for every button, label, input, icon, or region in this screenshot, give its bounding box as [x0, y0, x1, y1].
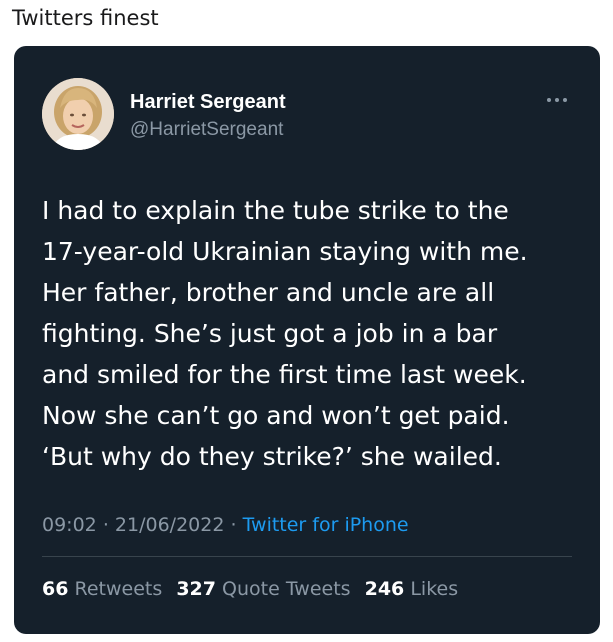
retweets-count: 66 [42, 578, 69, 600]
tweet-time[interactable]: 09:02 [42, 514, 97, 536]
avatar[interactable] [42, 78, 114, 150]
profile-photo-icon [42, 78, 114, 150]
tweet-source-link[interactable]: Twitter for iPhone [243, 514, 409, 536]
quote-tweets-label: Quote Tweets [222, 578, 351, 600]
likes-label: Likes [410, 578, 459, 600]
meta-separator: · [230, 514, 237, 536]
post-title: Twitters finest [12, 6, 159, 30]
tweet-stats: 66 Retweets 327 Quote Tweets 246 Likes [42, 576, 466, 602]
display-name[interactable]: Harriet Sergeant [130, 90, 286, 114]
tweet-card: Harriet Sergeant @HarrietSergeant I had … [14, 46, 600, 634]
quote-tweets-stat[interactable]: 327 Quote Tweets [176, 578, 356, 600]
tweet-meta: 09:02 · 21/06/2022 · Twitter for iPhone [42, 512, 409, 538]
divider [42, 556, 572, 557]
tweet-date[interactable]: 21/06/2022 [115, 514, 225, 536]
quote-tweets-count: 327 [176, 578, 216, 600]
likes-stat[interactable]: 246 Likes [365, 578, 459, 600]
likes-count: 246 [364, 578, 405, 600]
meta-separator: · [102, 514, 109, 536]
more-horizontal-icon[interactable] [544, 94, 570, 106]
tweet-text: I had to explain the tube strike to the … [42, 196, 528, 471]
retweets-stat[interactable]: 66 Retweets [42, 578, 168, 600]
retweets-label: Retweets [74, 578, 163, 600]
user-handle[interactable]: @HarrietSergeant [130, 118, 283, 142]
